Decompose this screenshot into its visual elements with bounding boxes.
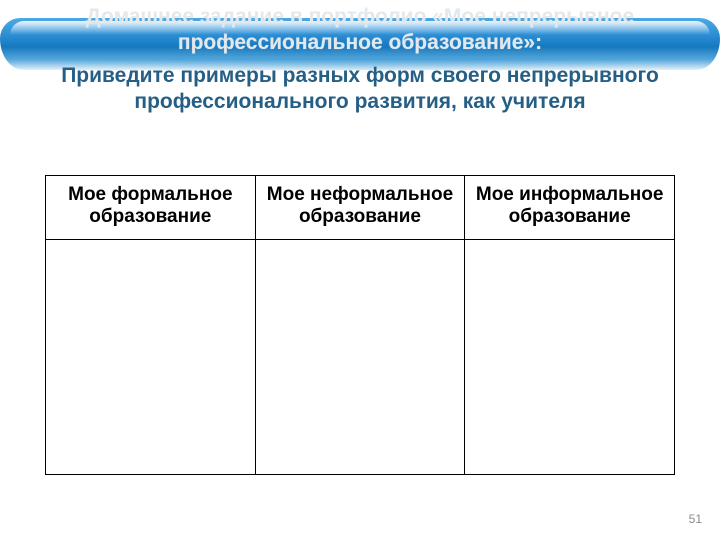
col-header-informal: Мое информальное образование — [465, 176, 675, 240]
assignment-title: Домашнее задание в портфолио «Мое непрер… — [40, 4, 680, 57]
table-header-row: Мое формальное образование Мое неформаль… — [46, 176, 675, 240]
slide-heading-block: Домашнее задание в портфолио «Мое непрер… — [0, 4, 720, 115]
table-row — [46, 239, 675, 474]
page-number: 51 — [689, 512, 702, 526]
cell-nonformal — [255, 239, 465, 474]
cell-formal — [46, 239, 256, 474]
col-header-formal: Мое формальное образование — [46, 176, 256, 240]
cell-informal — [465, 239, 675, 474]
assignment-subtitle: Приведите примеры разных форм своего неп… — [40, 63, 680, 116]
education-table: Мое формальное образование Мое неформаль… — [45, 175, 675, 475]
col-header-nonformal: Мое неформальное образование — [255, 176, 465, 240]
